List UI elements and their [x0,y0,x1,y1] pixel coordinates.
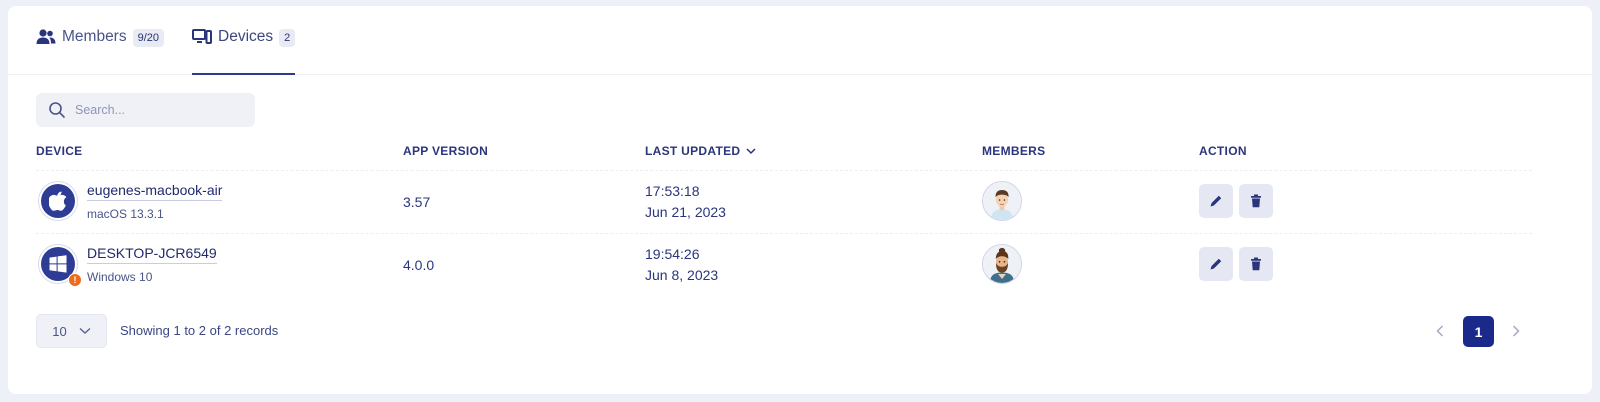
header-members: MEMBERS [982,144,1046,158]
header-last-updated[interactable]: LAST UPDATED [645,144,756,158]
chevron-left-icon [1436,325,1444,337]
search-input[interactable] [75,103,245,117]
table-row: eugenes-macbook-air macOS 13.3.1 3.57 17… [8,171,1592,233]
tab-members-label: Members [62,28,127,45]
page-button-current[interactable]: 1 [1463,316,1494,347]
users-icon [36,27,56,47]
search-box[interactable] [36,93,255,127]
app-version: 4.0.0 [403,257,435,273]
chevron-right-icon [1512,325,1520,337]
pencil-icon [1210,195,1222,207]
table-row: ! DESKTOP-JCR6549 Windows 10 4.0.0 19:54… [8,234,1592,296]
edit-button[interactable] [1199,184,1233,218]
app-version: 3.57 [403,194,431,210]
edit-button[interactable] [1199,247,1233,281]
device-name-link[interactable]: DESKTOP-JCR6549 [87,245,217,264]
os-avatar: ! [38,244,82,287]
member-avatar[interactable] [982,244,1022,284]
header-action: ACTION [1199,144,1247,158]
tab-members[interactable]: Members 9/20 [36,26,165,75]
last-updated-date: Jun 8, 2023 [645,267,719,283]
header-app-version: APP VERSION [403,144,489,158]
last-updated-time: 19:54:26 [645,246,700,262]
header-device: DEVICE [36,144,83,158]
tab-devices-label: Devices [218,28,274,45]
last-updated-time: 17:53:18 [645,183,700,199]
search-icon [49,102,65,118]
page-size-value: 10 [52,323,67,339]
devices-card: Members 9/20 Devices 2 DEVICE APP VERSIO… [8,6,1592,394]
header-last-updated-label: LAST UPDATED [645,144,741,158]
trash-icon [1251,194,1261,208]
apple-icon [49,191,67,211]
device-os: Windows 10 [87,270,153,284]
records-summary: Showing 1 to 2 of 2 records [120,323,279,338]
delete-button[interactable] [1239,247,1273,281]
trash-icon [1251,257,1261,271]
windows-icon [49,255,67,273]
chevron-down-icon [746,148,756,155]
pencil-icon [1210,258,1222,270]
os-avatar [38,181,78,221]
delete-button[interactable] [1239,184,1273,218]
tab-devices[interactable]: Devices 2 [192,26,296,75]
device-os: macOS 13.3.1 [87,207,164,221]
chevron-down-icon [79,327,91,334]
prev-page-button[interactable] [1431,322,1449,340]
next-page-button[interactable] [1507,322,1525,340]
last-updated-date: Jun 21, 2023 [645,204,726,220]
devices-icon [192,27,212,47]
devices-count-badge: 2 [279,29,296,47]
tab-bar: Members 9/20 Devices 2 [8,6,1592,75]
warning-badge: ! [68,273,82,287]
member-avatar[interactable] [982,181,1022,221]
page-size-select[interactable]: 10 [36,314,107,348]
members-count-badge: 9/20 [132,29,165,47]
warning-icon: ! [73,275,77,285]
device-name-link[interactable]: eugenes-macbook-air [87,182,223,201]
